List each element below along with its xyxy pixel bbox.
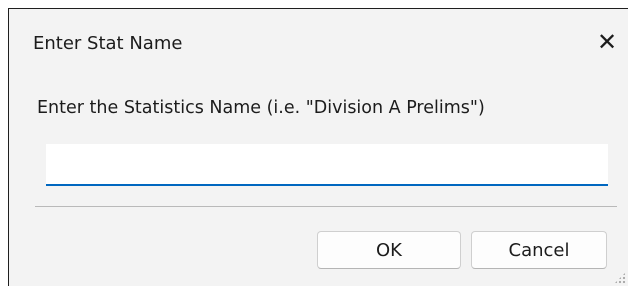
enter-stat-name-dialog: Enter Stat Name ✕ Enter the Statistics N… [8, 8, 628, 286]
stat-name-input[interactable] [46, 144, 608, 186]
dialog-title: Enter Stat Name [33, 33, 183, 54]
close-icon[interactable]: ✕ [586, 21, 628, 63]
ok-button[interactable]: OK [317, 231, 461, 269]
cancel-button[interactable]: Cancel [471, 231, 607, 269]
divider [35, 206, 617, 207]
resize-grip-icon[interactable] [614, 272, 626, 284]
prompt-label: Enter the Statistics Name (i.e. "Divisio… [37, 98, 485, 118]
